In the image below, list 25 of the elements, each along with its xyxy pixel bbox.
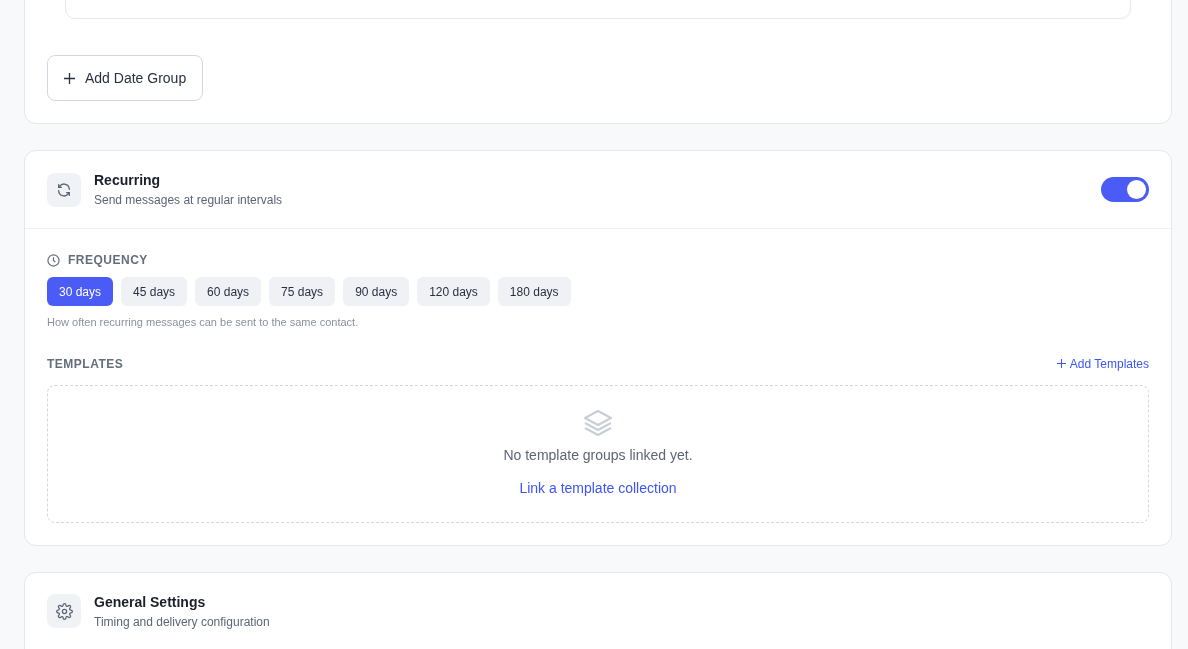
layers-icon [583,408,613,437]
settings-icon [47,594,81,628]
frequency-option[interactable]: 45 days [121,277,188,306]
link-template-collection-link[interactable]: Link a template collection [519,477,677,499]
frequency-option[interactable]: 90 days [343,277,410,306]
frequency-option[interactable]: 60 days [195,277,262,306]
frequency-option[interactable]: 75 days [269,277,336,306]
clock-icon [47,253,60,267]
add-templates-link[interactable]: Add Templates [1056,354,1149,373]
empty-message: No template groups linked yet. [503,445,693,465]
frequency-hint: How often recurring messages can be sent to the same contact. [47,315,360,330]
section-title: Recurring [94,171,162,190]
add-date-group-button[interactable]: Add Date Group [47,55,204,101]
plus-icon [1056,359,1066,368]
refresh-icon [47,172,81,207]
section-title: General Settings [94,592,207,612]
section-subtitle: Timing and delivery configuration [94,613,270,631]
toggle-switch[interactable] [1101,177,1149,202]
section-subtitle: Send messages at regular intervals [94,192,284,209]
templates-label: TEMPLATES [47,355,124,373]
plus-icon [64,72,75,84]
frequency-option[interactable]: 120 days [417,277,490,306]
frequency-option[interactable]: 30 days [47,277,114,306]
frequency-option[interactable]: 180 days [497,277,571,306]
frequency-label: FREQUENCY [68,252,148,269]
